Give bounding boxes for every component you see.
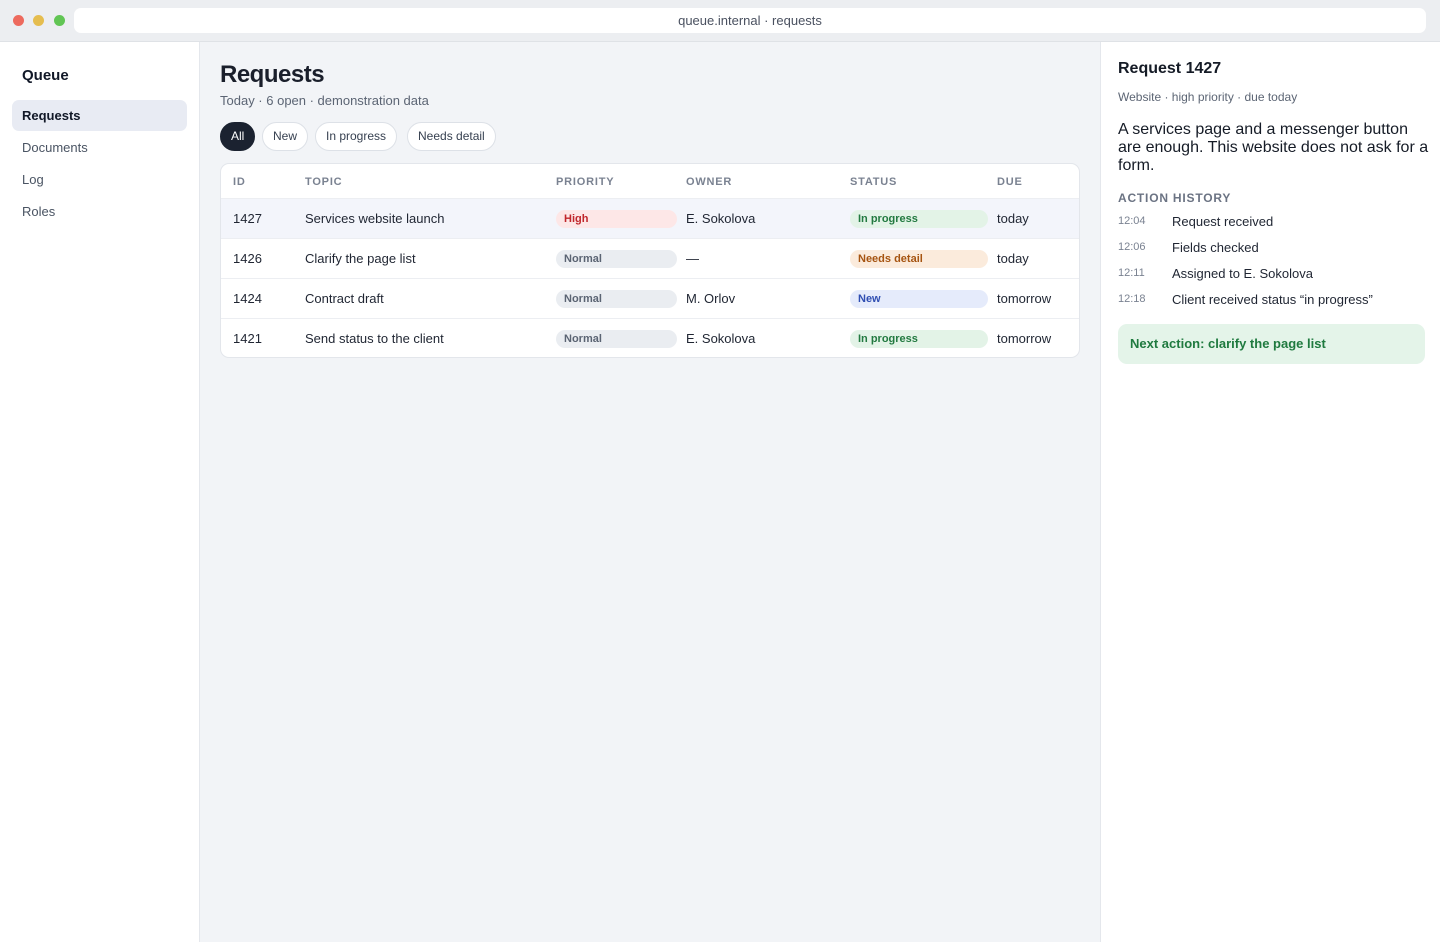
filter-new[interactable]: New xyxy=(262,122,309,151)
table-row[interactable]: 1426 Clarify the page list Normal — Need… xyxy=(221,238,1079,278)
column-header-topic[interactable]: TOPIC xyxy=(305,176,342,188)
column-header-priority[interactable]: PRIORITY xyxy=(556,176,614,188)
priority-badge: Normal xyxy=(556,330,677,348)
request-due: today xyxy=(997,211,1029,226)
sidebar-item-documents[interactable]: Documents xyxy=(12,132,187,163)
request-topic: Clarify the page list xyxy=(305,251,416,266)
priority-badge: High xyxy=(556,210,677,228)
status-badge: In progress xyxy=(850,330,988,348)
history-entry: Fields checked xyxy=(1172,240,1259,255)
priority-badge: Normal xyxy=(556,290,677,308)
address-bar[interactable]: queue.internal · requests xyxy=(74,8,1426,33)
request-owner: E. Sokolova xyxy=(686,331,756,346)
history-entry: Request received xyxy=(1172,214,1274,229)
history-entry: Assigned to E. Sokolova xyxy=(1172,266,1313,281)
column-header-status[interactable]: STATUS xyxy=(850,176,897,188)
request-id: 1426 xyxy=(233,251,262,266)
status-badge: Needs detail xyxy=(850,250,988,268)
request-topic: Send status to the client xyxy=(305,331,444,346)
minimize-window-icon[interactable] xyxy=(33,15,44,26)
column-header-id[interactable]: ID xyxy=(233,176,246,188)
request-due: tomorrow xyxy=(997,331,1052,346)
detail-title: Request 1427 xyxy=(1118,60,1222,77)
table-row[interactable]: 1424 Contract draft Normal M. Orlov New … xyxy=(221,278,1079,318)
filter-all[interactable]: All xyxy=(220,122,256,151)
sidebar: Queue Requests Documents Log Roles xyxy=(0,42,200,942)
history-time: 12:06 xyxy=(1118,241,1146,253)
sidebar-item-requests[interactable]: Requests xyxy=(12,100,187,131)
request-detail-panel: Request 1427 Website · high priority · d… xyxy=(1100,42,1440,942)
priority-badge: Normal xyxy=(556,250,677,268)
table-row[interactable]: 1421 Send status to the client Normal E.… xyxy=(221,318,1079,357)
detail-description: A services page and a messenger button a… xyxy=(1118,121,1429,174)
filter-needs-detail[interactable]: Needs detail xyxy=(407,122,496,151)
table-row[interactable]: 1427 Services website launch High E. Sok… xyxy=(221,198,1079,238)
main-panel: Requests Today · 6 open · demonstration … xyxy=(200,42,1100,942)
sidebar-item-roles[interactable]: Roles xyxy=(12,196,187,227)
status-badge: In progress xyxy=(850,210,988,228)
request-owner: E. Sokolova xyxy=(686,211,756,226)
close-window-icon[interactable] xyxy=(13,15,24,26)
requests-table: ID TOPIC PRIORITY OWNER STATUS DUE 1427 … xyxy=(220,163,1080,358)
request-topic: Services website launch xyxy=(305,211,445,226)
history-time: 12:18 xyxy=(1118,293,1146,305)
status-badge: New xyxy=(850,290,988,308)
next-action-banner: Next action: clarify the page list xyxy=(1118,324,1425,364)
request-owner: — xyxy=(686,251,699,266)
column-header-due[interactable]: DUE xyxy=(997,176,1023,188)
column-header-owner[interactable]: OWNER xyxy=(686,176,732,188)
maximize-window-icon[interactable] xyxy=(54,15,65,26)
history-time: 12:11 xyxy=(1118,267,1145,279)
request-id: 1427 xyxy=(233,211,262,226)
request-due: today xyxy=(997,251,1029,266)
filter-in-progress[interactable]: In progress xyxy=(315,122,398,151)
sidebar-item-log[interactable]: Log xyxy=(12,164,187,195)
request-id: 1421 xyxy=(233,331,262,346)
app-brand: Queue xyxy=(22,67,69,84)
request-owner: M. Orlov xyxy=(686,291,736,306)
history-entry: Client received status “in progress” xyxy=(1172,292,1373,307)
request-due: tomorrow xyxy=(997,291,1052,306)
page-title: Requests xyxy=(220,61,325,88)
page-subtitle: Today · 6 open · demonstration data xyxy=(220,93,429,108)
request-topic: Contract draft xyxy=(305,291,384,306)
history-time: 12:04 xyxy=(1118,215,1146,227)
window-titlebar: queue.internal · requests xyxy=(0,0,1440,42)
action-history-heading: ACTION HISTORY xyxy=(1118,191,1232,205)
detail-meta: Website · high priority · due today xyxy=(1118,90,1298,104)
request-id: 1424 xyxy=(233,291,262,306)
